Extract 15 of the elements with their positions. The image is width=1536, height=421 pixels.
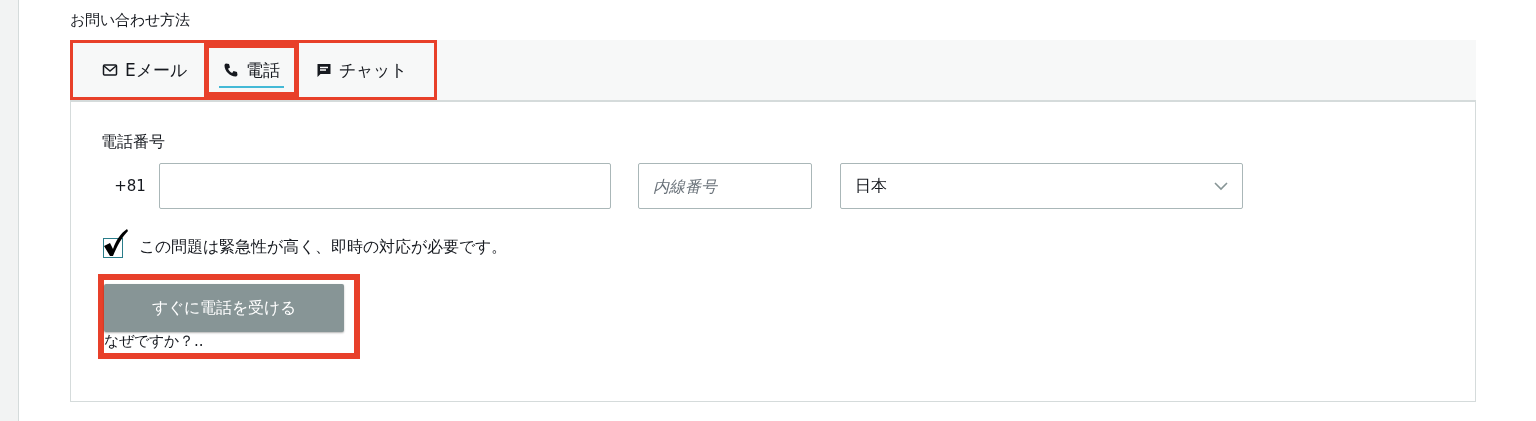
phone-number-field[interactable] — [159, 163, 611, 209]
checkbox[interactable] — [101, 227, 129, 258]
mail-icon — [102, 62, 118, 78]
tab[interactable]: チャット — [298, 43, 424, 97]
country-select[interactable]: 日本 — [840, 163, 1243, 209]
field-label: 電話番号 — [101, 132, 166, 153]
chat-icon — [315, 62, 332, 78]
checkbox-label: この問題は緊急性が高く、即時の対応が必要です。 — [139, 237, 507, 258]
phone-icon — [222, 62, 239, 78]
tab[interactable]: 電話 — [203, 43, 299, 97]
extension-field[interactable]: 内線番号 — [638, 163, 812, 209]
tab[interactable]: Eメール — [85, 43, 204, 97]
section-label: お問い合わせ方法 — [70, 10, 191, 31]
chevron-down-icon — [1214, 181, 1228, 191]
country-code: +81 — [113, 177, 147, 195]
